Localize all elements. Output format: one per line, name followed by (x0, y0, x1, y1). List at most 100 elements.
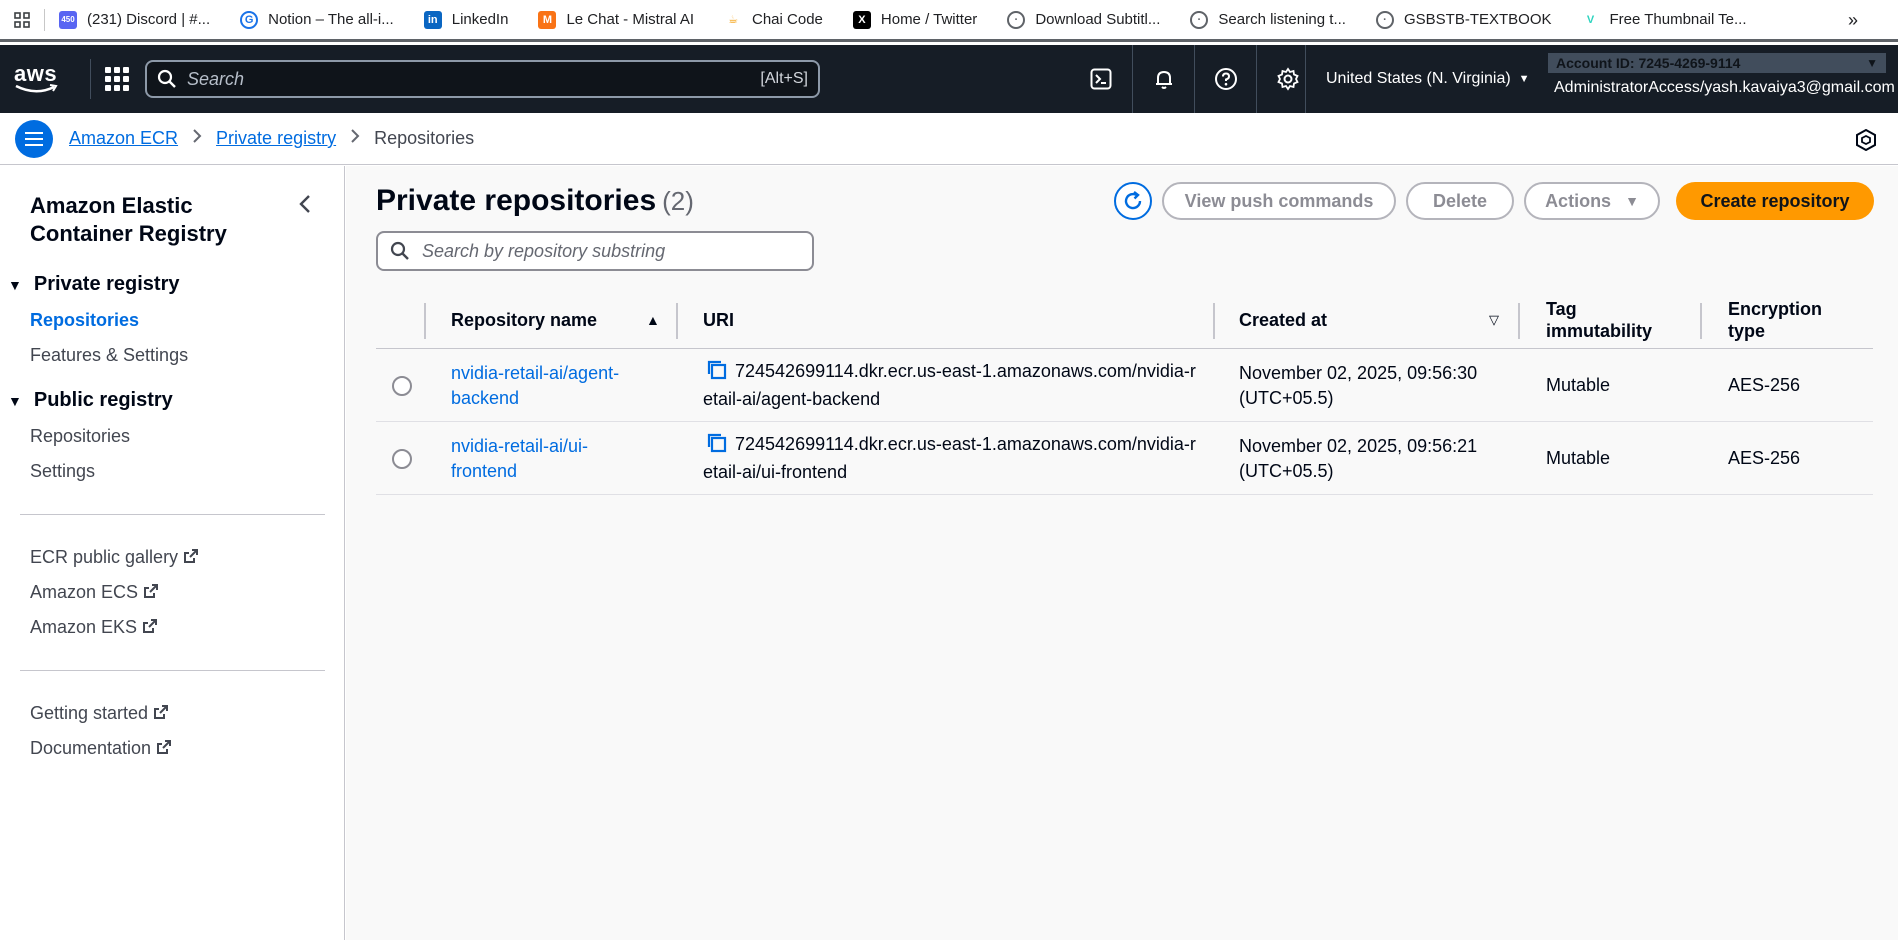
bookmark-chai-code[interactable]: ☕ Chai Code (724, 10, 823, 29)
caret-down-icon: ▼ (1625, 193, 1639, 209)
bookmark-search-listening[interactable]: · Search listening t... (1190, 10, 1346, 29)
close-sidebar-button[interactable] (298, 194, 312, 220)
delete-button[interactable]: Delete (1406, 182, 1514, 220)
account-id-bar: Account ID: 7245-4269-9114 ▼ (1548, 53, 1886, 73)
column-divider (676, 303, 678, 339)
refresh-button[interactable] (1114, 182, 1152, 220)
cloudshell-button[interactable] (1070, 45, 1132, 113)
sidebar-section-private-registry[interactable]: ▼ Private registry (8, 273, 180, 296)
sidebar-link-documentation[interactable]: Documentation (30, 738, 172, 759)
row-select-radio[interactable] (392, 349, 412, 422)
sidebar-divider (20, 670, 325, 671)
repository-search-placeholder: Search by repository substring (422, 240, 666, 261)
sort-ascending-icon: ▲ (646, 312, 660, 328)
repository-name-link[interactable]: nvidia-retail-ai/agent-backend (451, 349, 651, 422)
external-link-icon (184, 549, 199, 566)
account-menu[interactable]: Account ID: 7245-4269-9114 ▼ Administrat… (1548, 53, 1895, 97)
column-uri[interactable]: URI (703, 291, 1103, 349)
tag-immutability: Mutable (1546, 375, 1611, 395)
external-link-icon (154, 705, 169, 722)
services-menu-icon[interactable] (105, 67, 129, 91)
chevron-left-icon (299, 195, 310, 213)
sidebar-link-amazon-ecs[interactable]: Amazon ECS (30, 582, 159, 603)
bell-icon (1155, 70, 1172, 89)
caret-down-icon: ▼ (1518, 73, 1530, 85)
mistral-icon: M (538, 10, 557, 29)
sidebar-link-getting-started[interactable]: Getting started (30, 703, 169, 724)
sidebar-title: Amazon Elastic Container Registry (30, 193, 227, 246)
breadcrumb: Amazon ECR Private registry Repositories (69, 128, 474, 149)
breadcrumb-amazon-ecr[interactable]: Amazon ECR (69, 128, 178, 149)
bookmarks-divider (44, 8, 45, 31)
row-select-radio[interactable] (392, 422, 412, 495)
column-encryption-type[interactable]: Encryption type (1728, 291, 1838, 349)
gear-icon (1276, 67, 1299, 91)
discord-icon: 450 (59, 10, 77, 29)
copy-icon[interactable] (707, 433, 727, 460)
view-push-commands-button[interactable]: View push commands (1162, 182, 1396, 220)
radio-button[interactable] (392, 375, 412, 396)
caret-down-icon: ▼ (8, 276, 22, 293)
globe-icon: · (1190, 10, 1209, 29)
sort-descending-icon: ▽ (1489, 312, 1499, 327)
table-header: Repository name ▲ URI Created at ▽ Tag i… (376, 291, 1873, 349)
external-link-icon (143, 619, 158, 636)
help-button[interactable] (1194, 45, 1256, 113)
repository-search-input[interactable]: Search by repository substring (376, 231, 814, 271)
bookmark-linkedin[interactable]: in LinkedIn (423, 10, 508, 29)
amazon-q-icon[interactable] (1856, 128, 1876, 156)
chevron-right-icon (192, 128, 202, 149)
copy-icon[interactable] (707, 360, 727, 387)
more-bookmarks-icon[interactable]: » (1848, 10, 1858, 31)
sidebar-section-public-registry[interactable]: ▼ Public registry (8, 389, 173, 412)
global-search-input[interactable]: Search [Alt+S] (145, 60, 820, 98)
column-tag-immutability[interactable]: Tag immutability (1546, 291, 1656, 349)
aws-logo[interactable]: aws (14, 59, 76, 99)
actions-dropdown[interactable]: Actions ▼ (1524, 182, 1660, 220)
bookmark-gsbstb[interactable]: · GSBSTB-TEXTBOOK (1375, 10, 1552, 29)
page-title: Private repositories (2) (376, 184, 694, 217)
chai-code-icon: ☕ (724, 10, 742, 29)
bookmark-download-subtitles[interactable]: · Download Subtitl... (1007, 10, 1160, 29)
breadcrumb-private-registry[interactable]: Private registry (216, 128, 336, 149)
create-repository-button[interactable]: Create repository (1676, 182, 1874, 220)
aws-top-nav: aws Search [Alt+S] United States (N. Vir… (0, 45, 1898, 113)
repository-name-link[interactable]: nvidia-retail-ai/ui-frontend (451, 422, 621, 495)
bookmark-twitter[interactable]: X Home / Twitter (852, 10, 977, 29)
navigation-menu-button[interactable] (15, 119, 53, 158)
breadcrumb-current: Repositories (374, 128, 475, 148)
search-shortcut: [Alt+S] (760, 70, 808, 87)
bookmark-free-thumbnail[interactable]: V Free Thumbnail Te... (1581, 10, 1747, 29)
side-navigation: Amazon Elastic Container Registry ▼ Priv… (0, 166, 345, 940)
sidebar-item-public-settings[interactable]: Settings (30, 461, 95, 482)
bookmark-discord[interactable]: 450 (231) Discord | #... (59, 10, 210, 29)
aws-smile-icon (15, 84, 58, 93)
column-divider (1518, 303, 1520, 339)
apps-grid-icon[interactable] (0, 0, 44, 41)
globe-icon: · (1007, 10, 1026, 29)
google-icon: G (240, 10, 259, 29)
linkedin-icon: in (423, 10, 442, 29)
search-icon (390, 241, 409, 260)
column-divider (1700, 303, 1702, 339)
sidebar-divider (20, 514, 325, 515)
sidebar-link-ecr-public-gallery[interactable]: ECR public gallery (30, 547, 199, 568)
tag-immutability: Mutable (1546, 448, 1611, 468)
help-icon (1214, 68, 1237, 90)
table-row: nvidia-retail-ai/agent-backend 724542699… (376, 349, 1873, 422)
column-repository-name[interactable]: Repository name ▲ (451, 291, 661, 349)
bookmark-notion[interactable]: G Notion – The all-i... (240, 10, 394, 29)
caret-down-icon: ▼ (1866, 56, 1878, 70)
sidebar-link-amazon-eks[interactable]: Amazon EKS (30, 617, 158, 638)
column-divider (1213, 303, 1215, 339)
vuejs-icon: V (1581, 10, 1600, 29)
region-selector[interactable]: United States (N. Virginia) ▼ (1305, 45, 1530, 113)
repository-uri: 724542699114.dkr.ecr.us-east-1.amazonaws… (703, 433, 1196, 482)
sidebar-item-private-repositories[interactable]: Repositories (30, 310, 139, 331)
notifications-button[interactable] (1132, 45, 1194, 113)
sidebar-item-features-settings[interactable]: Features & Settings (30, 345, 188, 366)
radio-button[interactable] (392, 448, 412, 469)
bookmark-mistral[interactable]: M Le Chat - Mistral AI (538, 10, 694, 29)
sidebar-item-public-repositories[interactable]: Repositories (30, 426, 130, 447)
column-created-at[interactable]: Created at ▽ (1239, 291, 1499, 349)
